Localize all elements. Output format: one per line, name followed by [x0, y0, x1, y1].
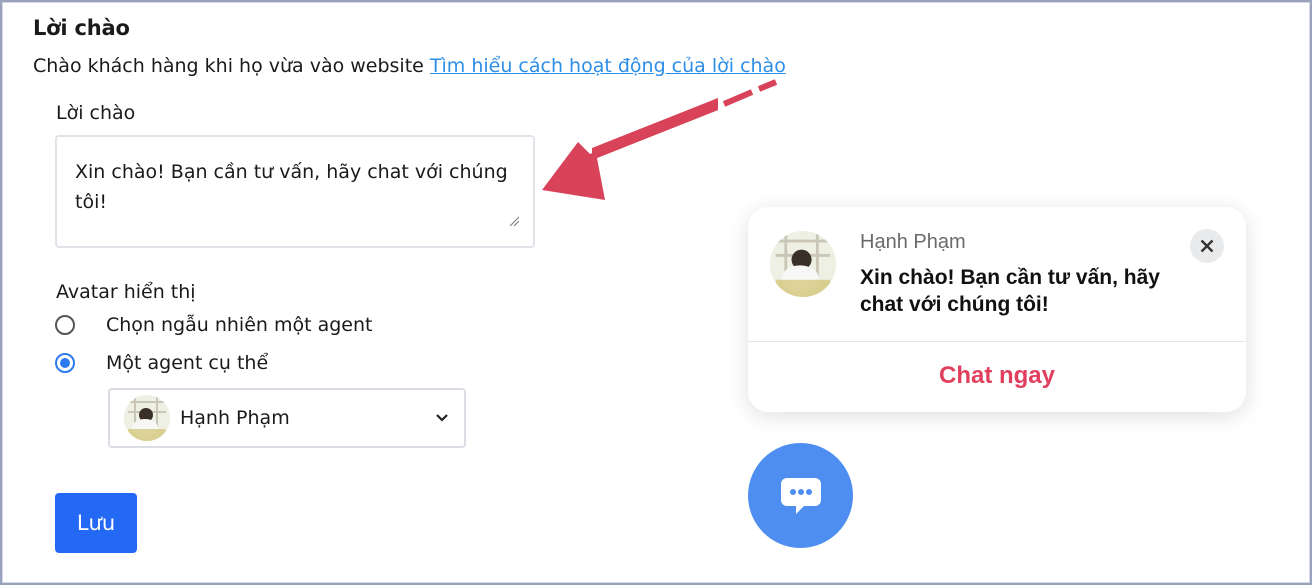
chat-bubble-icon [780, 477, 821, 514]
avatar-display-label: Avatar hiển thị [56, 281, 196, 303]
preview-agent-name: Hạnh Phạm [860, 231, 966, 253]
preview-message: Xin chào! Bạn cần tư vấn, hãy chat với c… [860, 266, 1160, 316]
resize-handle-icon[interactable] [509, 216, 519, 226]
greeting-label: Lời chào [56, 102, 136, 124]
greeting-textarea[interactable]: Xin chào! Bạn cần tư vấn, hãy chat với c… [55, 135, 535, 248]
section-description: Chào khách hàng khi họ vừa vào website T… [33, 55, 786, 77]
radio-specific-agent-label: Một agent cụ thể [106, 352, 269, 374]
radio-random-agent-label: Chọn ngẫu nhiên một agent [106, 314, 373, 336]
popup-divider [748, 341, 1246, 342]
preview-agent-avatar [770, 231, 836, 297]
section-description-text: Chào khách hàng khi họ vừa vào website [33, 55, 424, 77]
close-icon [1200, 239, 1214, 253]
close-button[interactable] [1190, 229, 1224, 263]
help-link[interactable]: Tìm hiểu cách hoạt động của lời chào [430, 55, 786, 77]
radio-button-unchecked[interactable] [55, 315, 75, 335]
greeting-preview-popup: Hạnh Phạm Xin chào! Bạn cần tư vấn, hãy … [748, 207, 1246, 412]
greeting-text: Xin chào! Bạn cần tư vấn, hãy chat với c… [75, 161, 508, 213]
chevron-down-icon [436, 414, 448, 422]
agent-avatar [124, 395, 170, 441]
chat-launcher-button[interactable] [748, 443, 853, 548]
radio-button-checked[interactable] [55, 353, 75, 373]
radio-specific-agent[interactable]: Một agent cụ thể [55, 352, 268, 374]
agent-select[interactable]: Hạnh Phạm [108, 388, 466, 448]
section-title: Lời chào [33, 16, 130, 40]
selected-agent-name: Hạnh Phạm [180, 407, 290, 429]
save-button[interactable]: Lưu [55, 493, 137, 553]
chat-now-button[interactable]: Chat ngay [748, 362, 1246, 390]
radio-random-agent[interactable]: Chọn ngẫu nhiên một agent [55, 314, 372, 336]
